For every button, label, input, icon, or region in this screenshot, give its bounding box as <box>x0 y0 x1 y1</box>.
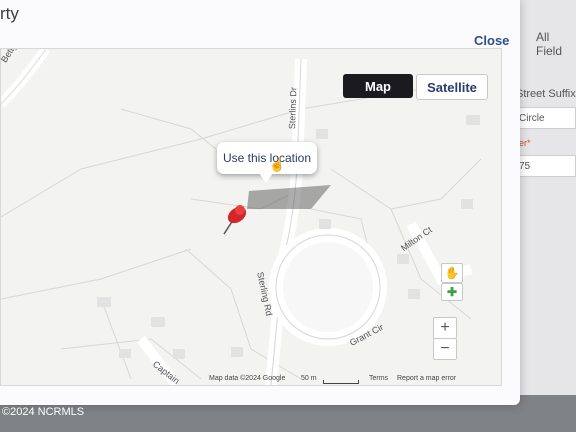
map-data-attribution: Map data ©2024 Google <box>209 375 286 382</box>
report-map-error-link[interactable]: Report a map error <box>397 375 456 382</box>
street-view-pegman-icon[interactable]: ✚ <box>441 283 463 301</box>
street-label-sterlins-dr: Sterlins Dr <box>287 87 299 130</box>
close-button[interactable]: Close <box>474 33 509 48</box>
modal-title: rty <box>0 4 19 23</box>
pin-icon[interactable] <box>223 204 249 235</box>
copyright-watermark: ©2024 NCRMLS <box>2 406 85 418</box>
street-suffix-label: Street Suffix <box>516 88 576 100</box>
hand-pan-icon[interactable]: ✋ <box>441 263 463 283</box>
tooltip-tail <box>259 173 273 183</box>
map-canvas[interactable]: Map Satellite Use this location ☝ Betty … <box>0 48 502 386</box>
zoom-out-button[interactable]: − <box>433 338 457 360</box>
right-form-panel <box>520 0 576 395</box>
map-type-map-button[interactable]: Map <box>343 74 413 98</box>
cursor-hand-icon: ☝ <box>269 157 286 172</box>
zoom-in-button[interactable]: + <box>433 317 457 339</box>
map-type-satellite-button[interactable]: Satellite <box>416 74 488 100</box>
tab-all-fields[interactable]: All Field <box>536 30 576 58</box>
use-location-tooltip[interactable]: Use this location <box>217 142 317 174</box>
terms-link[interactable]: Terms <box>369 375 388 382</box>
map-scale-label: 50 m <box>301 375 317 382</box>
map-scale-bar <box>323 380 359 384</box>
location-modal: rty Close Map Satellite Use this locatio… <box>0 0 520 405</box>
